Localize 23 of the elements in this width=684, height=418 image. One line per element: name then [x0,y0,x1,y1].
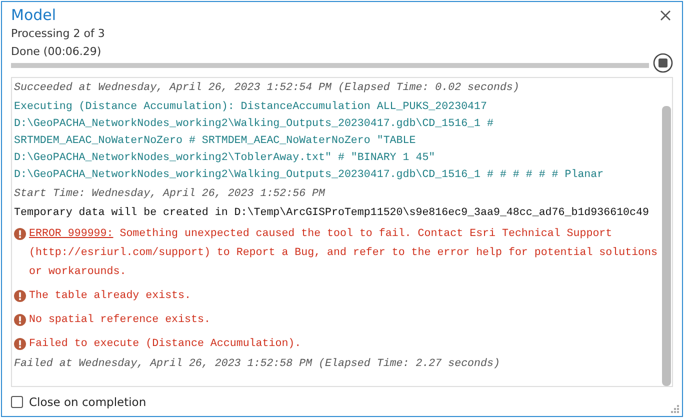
log-message: Failed at Wednesday, April 26, 2023 1:52:58 PM (Elapsed Time: 2.27 seconds) [14,357,501,372]
close-icon[interactable] [660,10,671,20]
status-text: Processing 2 of 3 [11,27,106,40]
log-message: Succeeded at Wednesday, April 26, 2023 1:52:54 PM (Elapsed Time: 0.02 seconds) [14,81,520,96]
log-message: Start Time: Wednesday, April 26, 2023 1:52:56 PM [14,187,326,202]
log-message: Temporary data will be created in D:\Temp\ArcGISProTemp11520\s9e816ec9_3aa9_48cc_ad76_b1d936610c49 [14,206,650,221]
error-message: ERROR 999999: Something unexpected caused the tool to fail. Contact Esri Technical Support (http://esriurl.com/support) to Report a Bug, and refer to the error help for potential solutions or workarounds. [29,227,658,280]
checkbox[interactable] [11,396,23,408]
error-code-link[interactable]: ERROR 999999: [29,228,114,240]
error-message: The table already exists. [29,289,191,304]
error-message: No spatial reference exists. [29,313,210,328]
checkbox-label[interactable]: Close on completion [29,395,146,409]
stop-icon[interactable] [653,53,673,73]
error-icon [14,228,26,240]
progress-label: Done (00:06.29) [11,45,102,58]
error-message: Failed to execute (Distance Accumulation). [29,337,302,352]
error-icon [14,290,26,302]
scrollbar[interactable] [662,106,671,386]
error-icon [14,338,26,350]
resize-grip-icon[interactable] [671,405,679,413]
error-icon [14,314,26,326]
window-title: Model [11,6,56,24]
log-message: Executing (Distance Accumulation): DistanceAccumulation ALL_PUKS_20230417 D:\GeoPACHA_NetworkNodes_working2\Walking_Outputs_20230417.gdb\CD_1516_1 # SRTMDEM_AEAC_NoWaterNoZero # SRTMDEM_AEAC_NoWaterNoZero "TABLE D:\GeoPACHA_NetworkNodes_working2\ToblerAway.txt" # "BINARY 1 45" D:\GeoPACHA_NetworkNodes_working2\Walking_Outputs_20230417.gdb\CD_1516_1 # # # # # # Planar [14,100,605,183]
